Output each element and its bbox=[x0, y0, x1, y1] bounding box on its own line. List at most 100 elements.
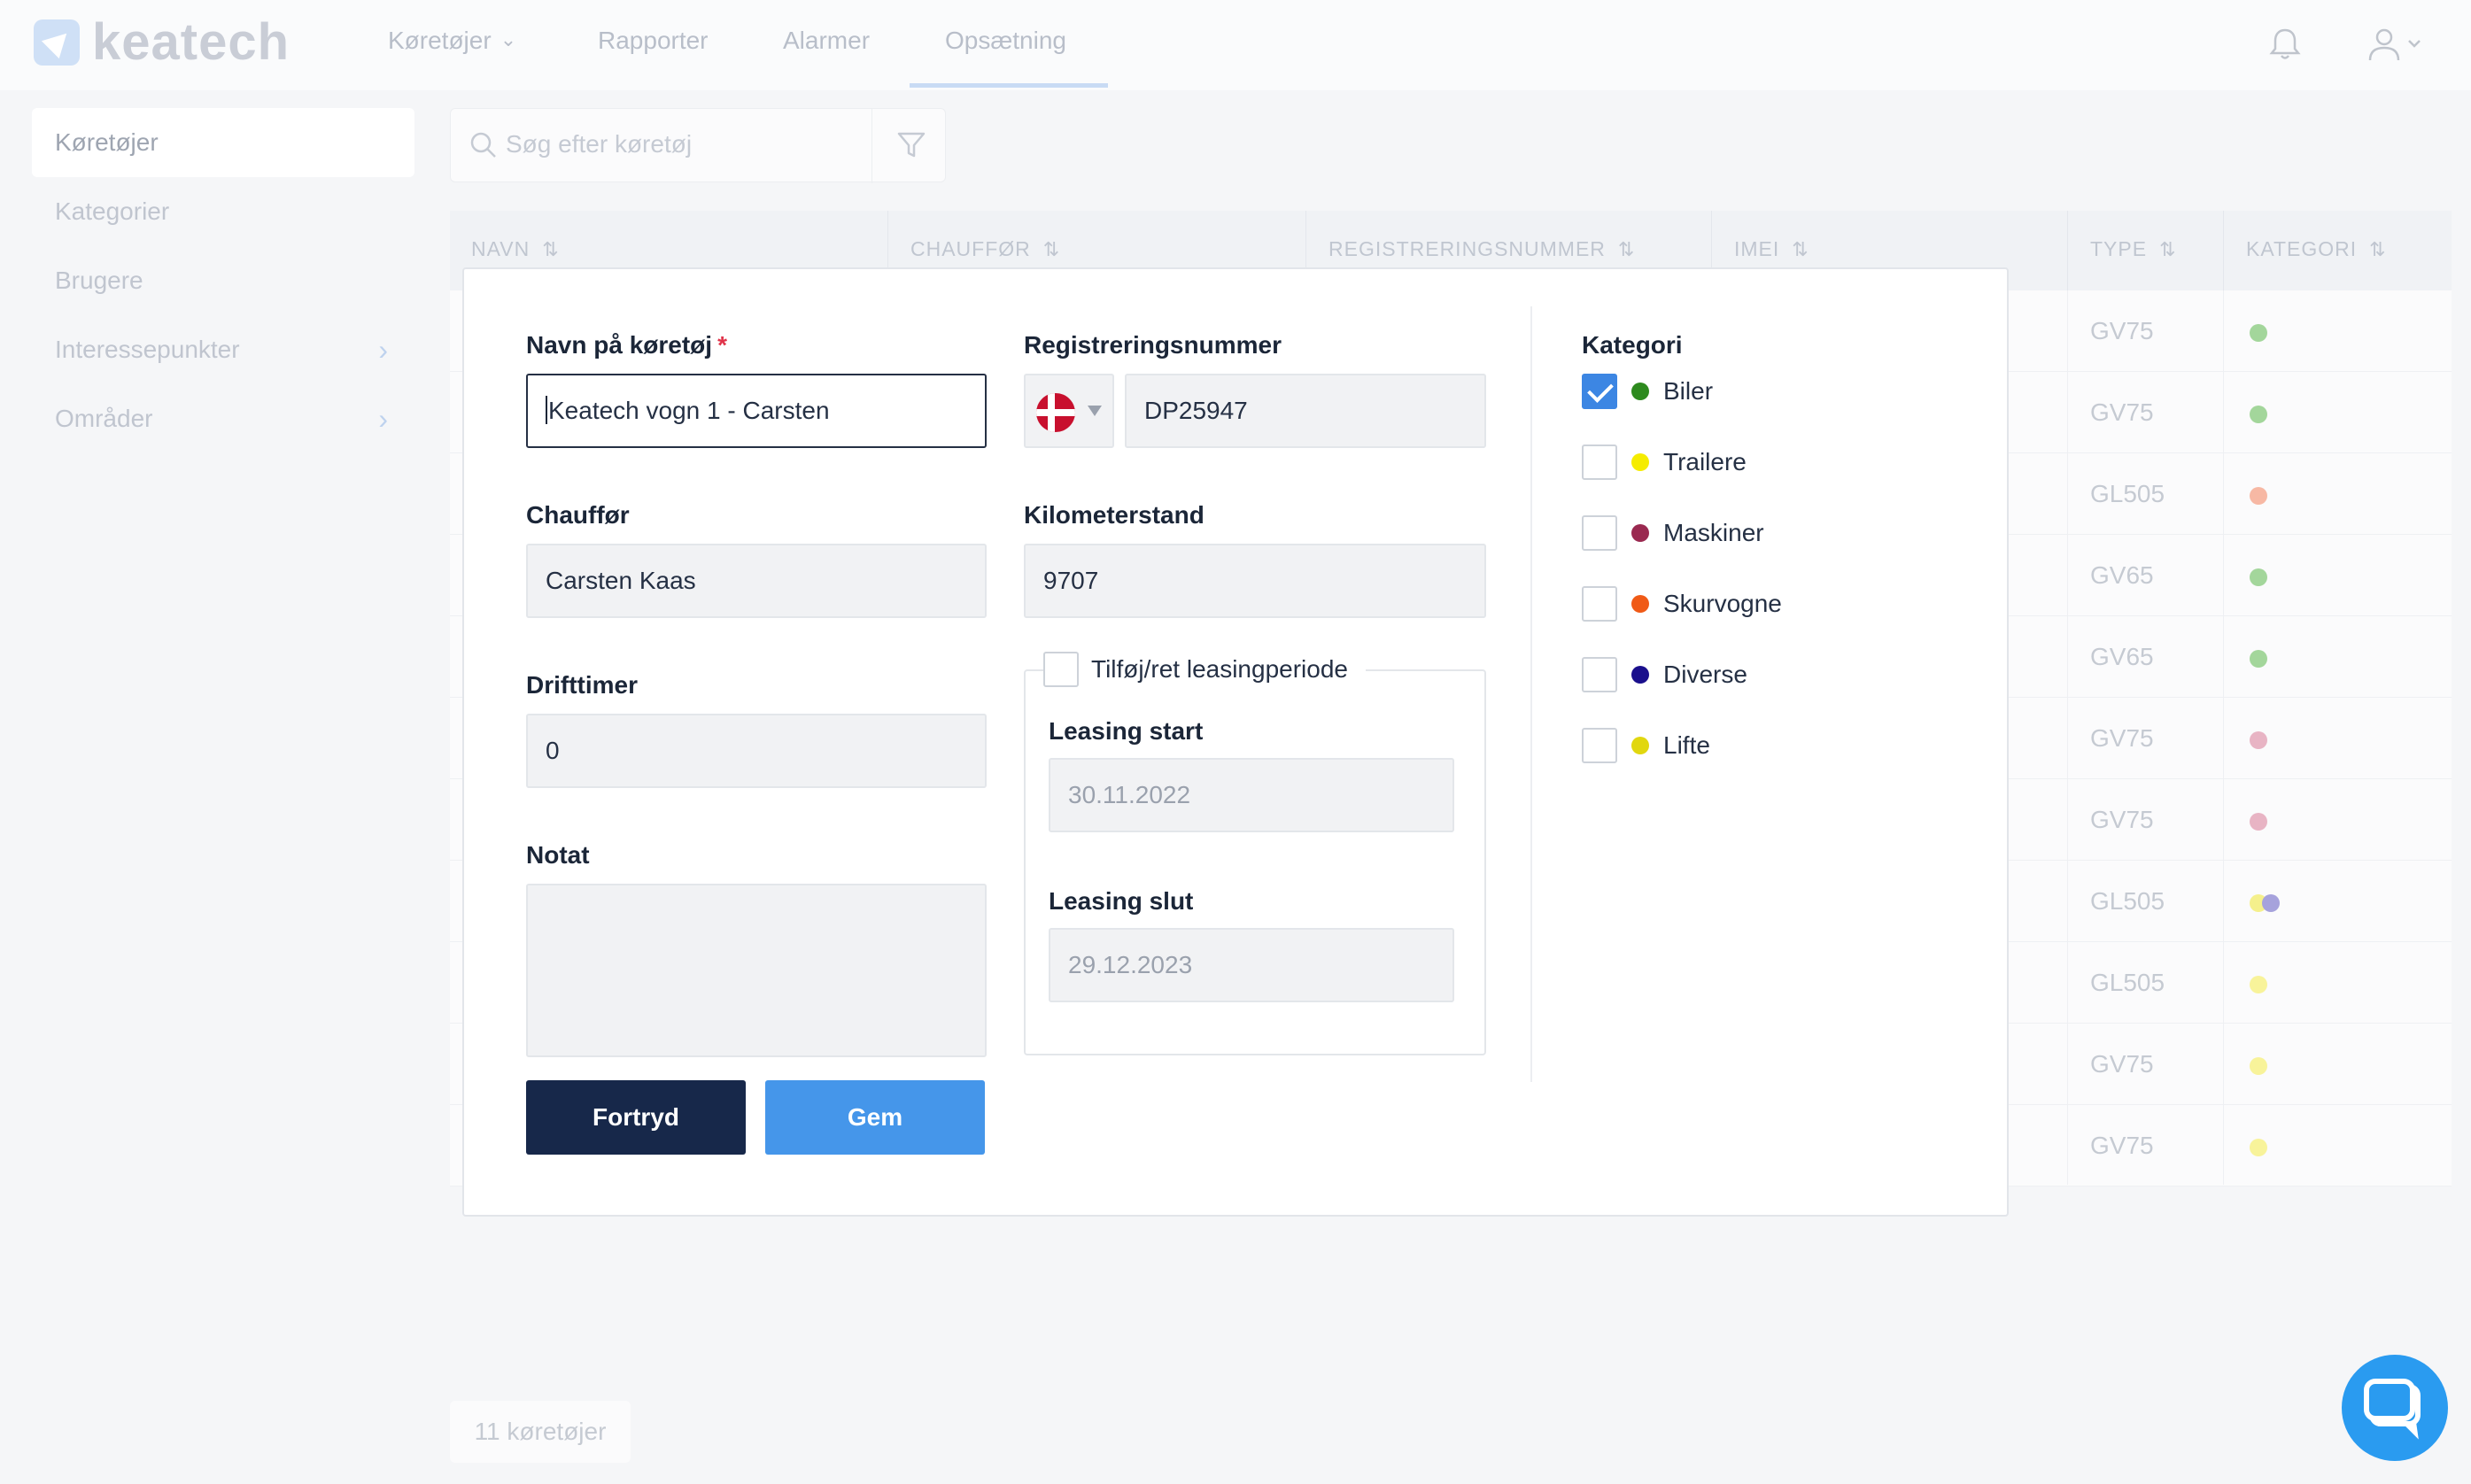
column-header-label: CHAUFFØR bbox=[910, 237, 1031, 260]
category-option[interactable]: Trailere bbox=[1582, 444, 1747, 480]
nav-item-vehicles[interactable]: Køretøjer ⌄ bbox=[388, 27, 516, 55]
bell-icon[interactable] bbox=[2267, 27, 2303, 62]
category-color-dot bbox=[1631, 737, 1649, 754]
cancel-button[interactable]: Fortryd bbox=[526, 1080, 746, 1155]
type-cell: GV75 bbox=[2090, 724, 2154, 752]
column-header-label: IMEI bbox=[1734, 237, 1780, 260]
category-cell bbox=[2250, 568, 2267, 586]
sort-icon: ⇅ bbox=[2159, 238, 2177, 260]
category-dot bbox=[2250, 813, 2267, 831]
sidebar-item-users[interactable]: Brugere bbox=[32, 246, 414, 315]
user-menu-icon[interactable] bbox=[2366, 27, 2428, 62]
category-color-dot bbox=[1631, 666, 1649, 684]
chat-launcher-button[interactable] bbox=[2342, 1355, 2448, 1461]
required-marker: * bbox=[717, 331, 727, 359]
type-cell: GV65 bbox=[2090, 643, 2154, 670]
type-cell: GV75 bbox=[2090, 806, 2154, 833]
column-header-type[interactable]: TYPE ⇅ bbox=[2090, 237, 2177, 261]
odometer-input[interactable]: 9707 bbox=[1024, 544, 1486, 618]
column-header-category[interactable]: KATEGORI ⇅ bbox=[2246, 237, 2387, 261]
column-header-label: NAVN bbox=[471, 237, 531, 260]
save-button[interactable]: Gem bbox=[765, 1080, 985, 1155]
note-textarea[interactable] bbox=[526, 884, 987, 1057]
nav-item-reports[interactable]: Rapporter bbox=[598, 27, 709, 55]
odometer-label: Kilometerstand bbox=[1024, 501, 1205, 529]
search-divider bbox=[871, 109, 872, 183]
dk-flag-icon bbox=[1036, 393, 1075, 432]
category-cell bbox=[2250, 894, 2280, 912]
vehicle-name-value: Keatech vogn 1 - Carsten bbox=[548, 397, 830, 424]
leasing-toggle[interactable]: Tilføj/ret leasingperiode bbox=[1043, 652, 1366, 687]
brand-logo[interactable]: keatech bbox=[34, 17, 290, 68]
category-label: Kategori bbox=[1582, 331, 1683, 359]
category-checkbox[interactable] bbox=[1582, 374, 1617, 409]
leasing-toggle-label: Tilføj/ret leasingperiode bbox=[1091, 655, 1348, 683]
type-cell: GL505 bbox=[2090, 887, 2165, 915]
column-header-label: TYPE bbox=[2090, 237, 2148, 260]
nav-item-alarms[interactable]: Alarmer bbox=[783, 27, 870, 55]
sidebar-item-label: Kategorier bbox=[55, 197, 170, 225]
category-option[interactable]: Biler bbox=[1582, 374, 1713, 409]
column-header-driver[interactable]: CHAUFFØR ⇅ bbox=[910, 237, 1060, 261]
column-header-imei[interactable]: IMEI ⇅ bbox=[1734, 237, 1809, 261]
active-tab-indicator bbox=[910, 83, 1108, 88]
category-option-label: Trailere bbox=[1663, 448, 1747, 475]
sidebar-item-label: Interessepunkter bbox=[55, 336, 240, 363]
category-cell bbox=[2250, 1139, 2267, 1156]
registration-input[interactable]: DP25947 bbox=[1125, 374, 1486, 448]
driver-input[interactable]: Carsten Kaas bbox=[526, 544, 987, 618]
leasing-start-input[interactable]: 30.11.2022 bbox=[1049, 758, 1454, 832]
sort-icon: ⇅ bbox=[1042, 238, 1061, 260]
category-dot bbox=[2250, 731, 2267, 749]
column-header-registration[interactable]: REGISTRERINGSNUMMER ⇅ bbox=[1328, 237, 1635, 261]
category-dot bbox=[2250, 976, 2267, 993]
chevron-right-icon: › bbox=[378, 334, 388, 366]
nav-item-setup[interactable]: Opsætning bbox=[945, 27, 1066, 55]
operating-hours-input[interactable]: 0 bbox=[526, 714, 987, 788]
top-navigation: keatech Køretøjer ⌄ Rapporter Alarmer Ops… bbox=[0, 0, 2471, 90]
category-cell bbox=[2250, 731, 2267, 749]
category-dot bbox=[2250, 487, 2267, 505]
category-cell bbox=[2250, 976, 2267, 993]
search-input[interactable]: Søg efter køretøj bbox=[506, 130, 692, 158]
vehicle-name-input[interactable]: Keatech vogn 1 - Carsten bbox=[526, 374, 987, 448]
category-checkbox[interactable] bbox=[1582, 586, 1617, 622]
category-cell bbox=[2250, 650, 2267, 668]
leasing-checkbox[interactable] bbox=[1043, 652, 1079, 687]
category-cell bbox=[2250, 1057, 2267, 1075]
dialog-divider bbox=[1530, 306, 1532, 1082]
sidebar-item-label: Brugere bbox=[55, 267, 143, 294]
leasing-end-input[interactable]: 29.12.2023 bbox=[1049, 928, 1454, 1002]
category-option-label: Lifte bbox=[1663, 731, 1710, 759]
sidebar-item-areas[interactable]: Områder › bbox=[32, 384, 414, 453]
category-option[interactable]: Skurvogne bbox=[1582, 586, 1782, 622]
column-header-label: REGISTRERINGSNUMMER bbox=[1328, 237, 1606, 260]
sidebar-item-vehicles[interactable]: Køretøjer bbox=[32, 108, 414, 177]
category-checkbox[interactable] bbox=[1582, 444, 1617, 480]
column-header-name[interactable]: NAVN ⇅ bbox=[471, 237, 560, 261]
category-dot bbox=[2250, 1057, 2267, 1075]
category-option-label: Biler bbox=[1663, 377, 1714, 405]
sidebar-item-label: Områder bbox=[55, 405, 153, 432]
sidebar-item-label: Køretøjer bbox=[55, 128, 159, 156]
sidebar-item-points-of-interest[interactable]: Interessepunkter › bbox=[32, 315, 414, 384]
country-select[interactable] bbox=[1024, 374, 1114, 448]
category-option[interactable]: Lifte bbox=[1582, 728, 1710, 763]
category-color-dot bbox=[1631, 524, 1649, 542]
chevron-down-icon: ⌄ bbox=[500, 28, 517, 50]
category-checkbox[interactable] bbox=[1582, 728, 1617, 763]
category-option[interactable]: Maskiner bbox=[1582, 515, 1764, 551]
search-icon bbox=[470, 132, 496, 158]
note-label: Notat bbox=[526, 841, 590, 869]
category-dot bbox=[2250, 568, 2267, 586]
type-cell: GV75 bbox=[2090, 317, 2154, 344]
category-checkbox[interactable] bbox=[1582, 657, 1617, 692]
sidebar-item-categories[interactable]: Kategorier bbox=[32, 177, 414, 246]
category-option[interactable]: Diverse bbox=[1582, 657, 1747, 692]
sidebar: Køretøjer Kategorier Brugere Interessepu… bbox=[32, 108, 414, 453]
category-checkbox[interactable] bbox=[1582, 515, 1617, 551]
category-option-label: Maskiner bbox=[1663, 519, 1764, 546]
filter-icon[interactable] bbox=[896, 130, 926, 160]
category-cell bbox=[2250, 487, 2267, 505]
sort-icon: ⇅ bbox=[542, 238, 560, 260]
